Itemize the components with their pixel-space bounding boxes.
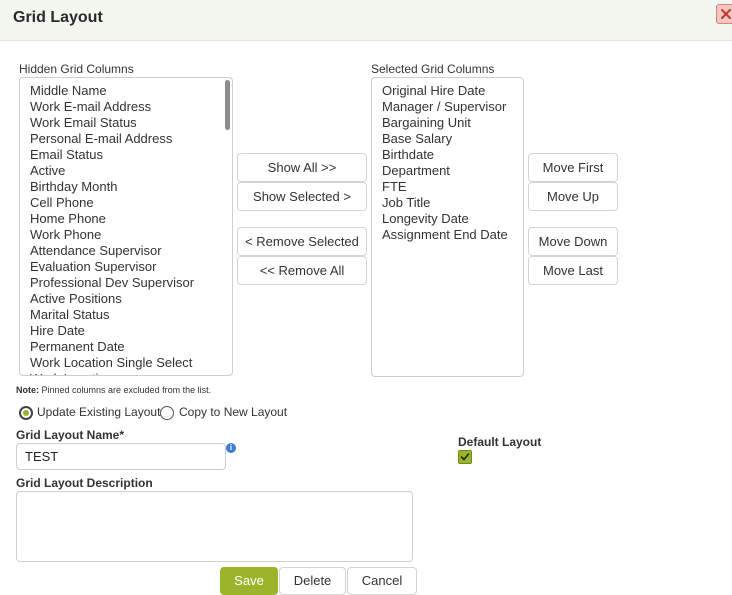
hidden-columns-scrollbar[interactable] <box>225 80 230 130</box>
selected-columns-list[interactable]: Original Hire Date Manager / Supervisor Ba… <box>371 77 524 377</box>
list-item[interactable]: Longevity Date <box>372 211 508 227</box>
list-item[interactable]: Attendance Supervisor <box>20 243 194 259</box>
update-existing-radio[interactable] <box>19 406 33 420</box>
list-item[interactable]: Birthdate <box>372 147 508 163</box>
list-item[interactable]: Work Location Single Select <box>20 355 194 371</box>
selected-columns-label: Selected Grid Columns <box>371 62 495 76</box>
list-item[interactable]: Work Location <box>20 371 194 375</box>
delete-button[interactable]: Delete <box>279 567 346 595</box>
list-item[interactable]: Active <box>20 163 194 179</box>
list-item[interactable]: Cell Phone <box>20 195 194 211</box>
list-item[interactable]: Work Email Status <box>20 115 194 131</box>
default-layout-checkbox[interactable] <box>458 450 472 464</box>
hidden-columns-items: Middle Name Work E-mail Address Work Email… <box>20 83 194 375</box>
list-item[interactable]: Permanent Date <box>20 339 194 355</box>
close-icon <box>721 9 731 19</box>
copy-to-new-label[interactable]: Copy to New Layout <box>179 405 287 419</box>
note-prefix: Note: <box>16 385 39 395</box>
list-item[interactable]: Assignment End Date <box>372 227 508 243</box>
list-item[interactable]: Birthday Month <box>20 179 194 195</box>
move-up-button[interactable]: Move Up <box>528 182 618 211</box>
list-item[interactable]: Home Phone <box>20 211 194 227</box>
show-selected-button[interactable]: Show Selected > <box>237 182 367 211</box>
layout-name-label: Grid Layout Name* <box>16 428 125 442</box>
update-existing-label[interactable]: Update Existing Layout <box>37 405 160 419</box>
list-item[interactable]: Base Salary <box>372 131 508 147</box>
remove-selected-button[interactable]: < Remove Selected <box>237 227 367 256</box>
default-layout-label: Default Layout <box>458 435 542 449</box>
check-icon <box>460 453 470 461</box>
close-button[interactable] <box>716 4 732 24</box>
list-item[interactable]: Hire Date <box>20 323 194 339</box>
note-text: Pinned columns are excluded from the lis… <box>39 385 212 395</box>
list-item[interactable]: Manager / Supervisor <box>372 99 508 115</box>
cancel-button[interactable]: Cancel <box>347 567 417 595</box>
list-item[interactable]: Bargaining Unit <box>372 115 508 131</box>
move-down-button[interactable]: Move Down <box>528 227 618 256</box>
copy-to-new-radio[interactable] <box>160 406 174 420</box>
list-item[interactable]: FTE <box>372 179 508 195</box>
dialog-title: Grid Layout <box>13 9 103 26</box>
dialog-header: Grid Layout <box>0 0 732 41</box>
hidden-columns-list[interactable]: Middle Name Work E-mail Address Work Email… <box>19 77 233 376</box>
show-all-button[interactable]: Show All >> <box>237 153 367 182</box>
list-item[interactable]: Job Title <box>372 195 508 211</box>
hidden-columns-label: Hidden Grid Columns <box>19 62 134 76</box>
list-item[interactable]: Professional Dev Supervisor <box>20 275 194 291</box>
pinned-columns-note: Note: Pinned columns are excluded from t… <box>16 385 211 395</box>
list-item[interactable]: Marital Status <box>20 307 194 323</box>
layout-description-label: Grid Layout Description <box>16 476 153 490</box>
remove-all-button[interactable]: << Remove All <box>237 256 367 285</box>
layout-name-input[interactable]: TEST <box>16 443 226 470</box>
layout-description-textarea[interactable] <box>16 491 413 562</box>
list-item[interactable]: Original Hire Date <box>372 83 508 99</box>
list-item[interactable]: Work Phone <box>20 227 194 243</box>
list-item[interactable]: Email Status <box>20 147 194 163</box>
list-item[interactable]: Evaluation Supervisor <box>20 259 194 275</box>
list-item[interactable]: Work E-mail Address <box>20 99 194 115</box>
list-item[interactable]: Department <box>372 163 508 179</box>
move-last-button[interactable]: Move Last <box>528 256 618 285</box>
save-button[interactable]: Save <box>220 567 278 595</box>
list-item[interactable]: Personal E-mail Address <box>20 131 194 147</box>
move-first-button[interactable]: Move First <box>528 153 618 182</box>
info-icon[interactable]: i <box>226 443 236 453</box>
list-item[interactable]: Middle Name <box>20 83 194 99</box>
selected-columns-items: Original Hire Date Manager / Supervisor Ba… <box>372 83 508 243</box>
list-item[interactable]: Active Positions <box>20 291 194 307</box>
